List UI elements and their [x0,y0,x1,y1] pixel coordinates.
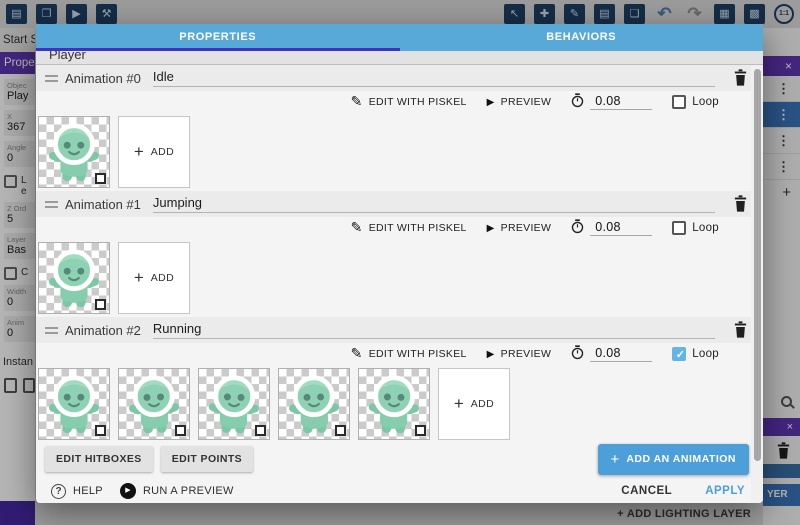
animation-title: Animation #1 [65,197,141,212]
frame-thumbnail[interactable] [198,368,270,440]
frame-select-checkbox[interactable] [415,425,426,436]
plus-icon: + [454,394,464,414]
time-between-frames-field[interactable]: 0.08 [571,219,652,237]
frame-select-checkbox[interactable] [95,299,106,310]
animation-name-input[interactable]: Jumping [153,195,715,213]
delete-animation-icon[interactable] [733,69,749,87]
animation-section: Animation #0 Idle ✎ EDIT WITH PISKEL ▶ P… [36,65,763,191]
run-preview-button[interactable]: RUN A PREVIEW [143,485,234,497]
loop-checkbox[interactable] [672,221,686,235]
preview-button[interactable]: ▶ PREVIEW [487,222,552,234]
plus-icon: + [134,142,144,162]
frame-select-checkbox[interactable] [175,425,186,436]
frame-thumbnail[interactable] [38,368,110,440]
loop-checkbox[interactable] [672,347,686,361]
play-icon: ▶ [487,97,495,108]
frame-thumbnail[interactable] [38,116,110,188]
edit-with-piskel-button[interactable]: ✎ EDIT WITH PISKEL [351,94,467,111]
animation-name-input[interactable]: Running [153,321,715,339]
animation-section: Animation #1 Jumping ✎ EDIT WITH PISKEL … [36,191,763,317]
tab-behaviors[interactable]: BEHAVIORS [400,24,764,51]
add-animation-button[interactable]: + ADD AN ANIMATION [598,444,749,475]
pencil-icon: ✎ [351,93,363,110]
frame-select-checkbox[interactable] [95,173,106,184]
delete-animation-icon[interactable] [733,195,749,213]
stopwatch-icon [571,93,584,111]
edit-with-piskel-button[interactable]: ✎ EDIT WITH PISKEL [351,346,467,363]
add-frame-button[interactable]: + ADD [118,242,190,314]
edit-points-button[interactable]: EDIT POINTS [161,446,253,472]
scrollbar-thumb[interactable] [754,69,761,461]
preview-button[interactable]: ▶ PREVIEW [487,96,552,108]
loop-toggle[interactable]: Loop [672,221,719,235]
drag-handle-icon[interactable] [45,72,58,85]
delete-animation-icon[interactable] [733,321,749,339]
time-between-frames-field[interactable]: 0.08 [571,345,652,363]
drag-handle-icon[interactable] [45,324,58,337]
loop-checkbox[interactable] [672,95,686,109]
plus-icon: + [134,268,144,288]
stopwatch-icon [571,345,584,363]
cancel-button[interactable]: CANCEL [621,485,672,497]
frame-thumbnail[interactable] [358,368,430,440]
animation-title: Animation #0 [65,71,141,86]
add-frame-button[interactable]: + ADD [438,368,510,440]
dialog-scrollbar[interactable] [751,65,763,503]
animation-name-input[interactable]: Idle [153,69,715,87]
frame-select-checkbox[interactable] [255,425,266,436]
frame-select-checkbox[interactable] [95,425,106,436]
frame-select-checkbox[interactable] [335,425,346,436]
stopwatch-icon [571,219,584,237]
edit-with-piskel-button[interactable]: ✎ EDIT WITH PISKEL [351,220,467,237]
loop-toggle[interactable]: Loop [672,95,719,109]
edit-hitboxes-button[interactable]: EDIT HITBOXES [45,446,153,472]
plus-icon: + [611,451,620,468]
animation-header: Animation #1 Jumping [36,191,763,217]
pencil-icon: ✎ [351,345,363,362]
frame-thumbnail[interactable] [278,368,350,440]
help-icon: ? [51,484,66,499]
run-preview-icon: ▶ [120,483,136,499]
loop-toggle[interactable]: Loop [672,347,719,361]
play-icon: ▶ [487,223,495,234]
apply-button[interactable]: APPLY [705,485,745,497]
object-name-field[interactable]: Player [36,51,763,65]
help-button[interactable]: HELP [73,485,103,497]
pencil-icon: ✎ [351,219,363,236]
dialog-tabbar: PROPERTIES BEHAVIORS [36,24,763,51]
tab-properties[interactable]: PROPERTIES [36,24,400,51]
frame-thumbnail[interactable] [118,368,190,440]
add-frame-button[interactable]: + ADD [118,116,190,188]
animation-section: Animation #2 Running ✎ EDIT WITH PISKEL … [36,317,763,443]
play-icon: ▶ [487,349,495,360]
object-editor-dialog: PROPERTIES BEHAVIORS Player Animation #0… [36,24,763,503]
drag-handle-icon[interactable] [45,198,58,211]
animation-title: Animation #2 [65,323,141,338]
preview-button[interactable]: ▶ PREVIEW [487,348,552,360]
frame-thumbnail[interactable] [38,242,110,314]
time-between-frames-field[interactable]: 0.08 [571,93,652,111]
animation-header: Animation #2 Running [36,317,763,343]
animation-header: Animation #0 Idle [36,65,763,91]
